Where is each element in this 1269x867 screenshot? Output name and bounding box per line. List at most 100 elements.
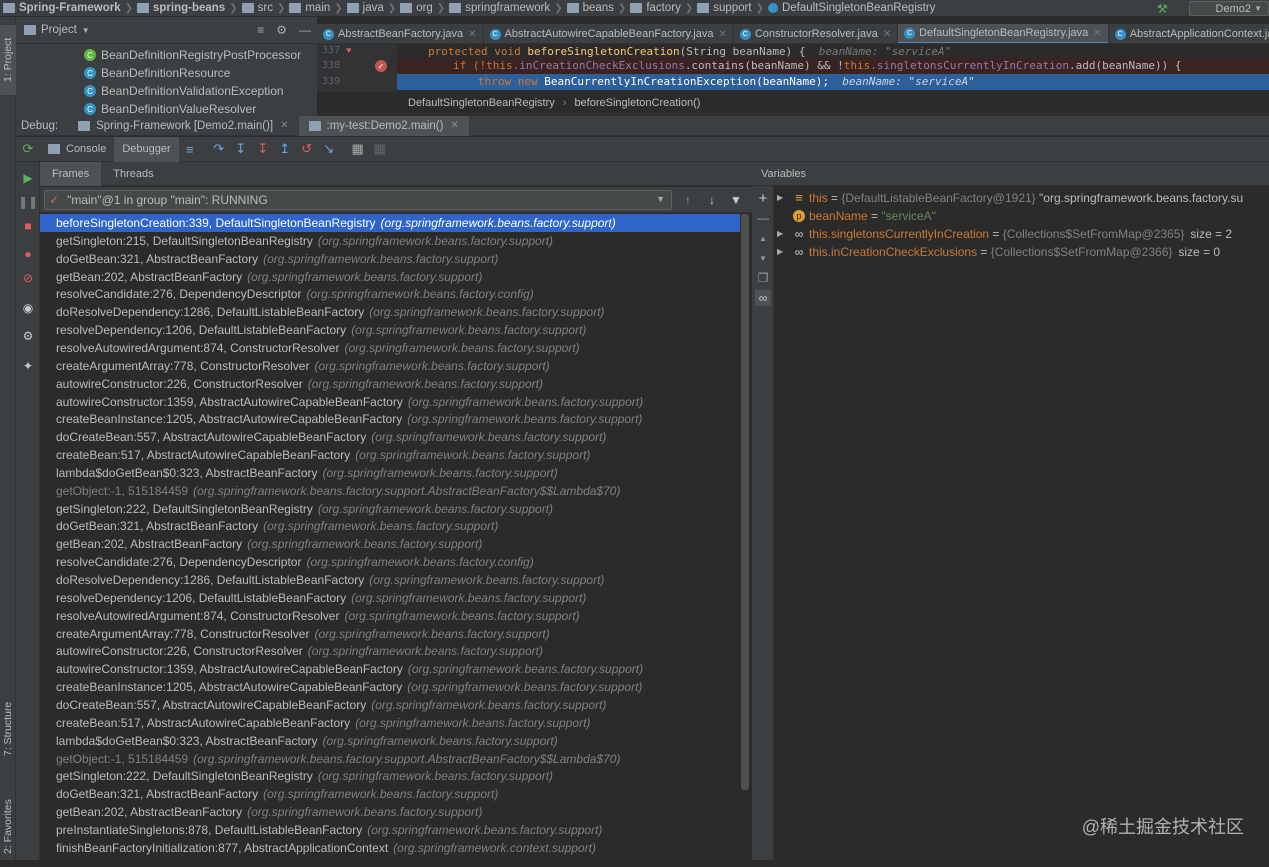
stack-frame[interactable]: getSingleton:215, DefaultSingletonBeanRe… [40,232,740,250]
settings-gear-icon[interactable]: ⚙ [276,23,287,37]
pin-icon[interactable]: ✦ [20,358,36,374]
view-breakpoints-icon[interactable]: ● [20,246,36,262]
stack-frame[interactable]: resolveDependency:1206, DefaultListableB… [40,321,740,339]
favorites-tool-tab[interactable]: 2: Favorites [0,787,16,867]
breadcrumb-method[interactable]: beforeSingletonCreation() [574,97,700,109]
project-tree-item[interactable]: C BeanDefinitionValidationException [84,82,284,100]
stack-frame[interactable]: doResolveDependency:1286, DefaultListabl… [40,571,740,589]
close-icon[interactable]: ✕ [718,29,726,40]
stack-frame[interactable]: autowireConstructor:1359, AbstractAutowi… [40,393,740,411]
expand-arrow-icon[interactable]: ▶ [777,225,789,243]
stack-frame[interactable]: resolveAutowiredArgument:874, Constructo… [40,607,740,625]
stack-frame[interactable]: lambda$doGetBean$0:323, AbstractBeanFact… [40,732,740,750]
close-icon[interactable]: ✕ [468,29,476,40]
editor-tab[interactable]: C DefaultSingletonBeanRegistry.java ✕ [898,24,1109,43]
variable-row[interactable]: p beanName = "serviceA" [774,207,936,225]
stack-frame[interactable]: doGetBean:321, AbstractBeanFactory (org.s… [40,785,740,803]
editor-tab[interactable]: C ConstructorResolver.java ✕ [734,24,899,43]
show-watches-glasses-icon[interactable]: ∞ [755,290,771,306]
close-icon[interactable]: ✕ [883,29,891,40]
stack-frame[interactable]: getSingleton:222, DefaultSingletonBeanRe… [40,767,740,785]
nav-crumb[interactable]: Spring-Framework [0,0,124,16]
move-up-icon[interactable]: ▲ [755,230,771,246]
drop-frame-icon[interactable]: ↺ [299,141,315,157]
evaluate-expression-icon[interactable]: ▦ [350,141,366,157]
variable-row[interactable]: ▶ ∞ this.inCreationCheckExclusions = {Coll… [774,243,1220,261]
editor-tab[interactable]: C AbstractBeanFactory.java ✕ [317,24,484,43]
stack-frame[interactable]: createBean:517, AbstractAutowireCapableB… [40,446,740,464]
project-title[interactable]: Project [41,24,77,36]
frames-scrollbar[interactable] [741,214,749,790]
hide-panel-icon[interactable]: — [299,23,311,37]
pause-icon[interactable]: ❚❚ [18,194,38,210]
override-marker-icon[interactable]: ♥ [346,45,351,55]
stack-frame[interactable]: resolveCandidate:276, DependencyDescript… [40,285,740,303]
stack-frame[interactable]: createArgumentArray:778, ConstructorReso… [40,357,740,375]
step-over-icon[interactable]: ↷ [211,141,227,157]
nav-crumb[interactable]: src [239,0,276,16]
nav-crumb[interactable]: spring-beans [134,0,228,16]
stack-frame[interactable]: doCreateBean:557, AbstractAutowireCapabl… [40,696,740,714]
project-tree-item[interactable]: C BeanDefinitionResource [84,64,230,82]
breadcrumb-class[interactable]: DefaultSingletonBeanRegistry [408,97,555,109]
stack-frame[interactable]: finishBeanFactoryInitialization:877, Abs… [40,839,740,857]
nav-crumb[interactable]: support [694,0,754,16]
nav-crumb[interactable]: DefaultSingletonBeanRegistry [765,0,938,16]
stack-frame[interactable]: createBeanInstance:1205, AbstractAutowir… [40,410,740,428]
stack-frame[interactable]: createBeanInstance:1205, AbstractAutowir… [40,678,740,696]
stack-frame[interactable]: lambda$doGetBean$0:323, AbstractBeanFact… [40,464,740,482]
trace-icon[interactable]: ▦ [372,141,388,157]
step-into-icon[interactable]: ↧ [233,141,249,157]
settings-gear-icon[interactable]: ⚙ [20,328,36,344]
stack-frame[interactable]: autowireConstructor:1359, AbstractAutowi… [40,660,740,678]
remove-watch-icon[interactable]: — [755,210,771,226]
stack-frame[interactable]: createArgumentArray:778, ConstructorReso… [40,625,740,643]
run-to-cursor-icon[interactable]: ↘ [321,141,337,157]
stack-frame[interactable]: resolveAutowiredArgument:874, Constructo… [40,339,740,357]
stack-frame[interactable]: getObject:-1, 515184459 (org.springframew… [40,482,740,500]
stack-frame[interactable]: preInstantiateSingletons:878, DefaultLis… [40,821,740,839]
project-tool-tab[interactable]: 1: Project [0,25,16,95]
stack-frame[interactable]: getBean:202, AbstractBeanFactory (org.spr… [40,268,740,286]
stack-frame[interactable]: doGetBean:321, AbstractBeanFactory (org.s… [40,517,740,535]
collapse-all-icon[interactable]: ≡ [257,23,264,37]
stack-frame[interactable]: getBean:202, AbstractBeanFactory (org.spr… [40,535,740,553]
editor-tab[interactable]: CAbstractApplicationContext.java [1109,24,1269,43]
debug-session-tab[interactable]: :my-test:Demo2.main() ✕ [298,115,469,136]
step-out-icon[interactable]: ↥ [277,141,293,157]
debugger-tab[interactable]: Debugger [114,136,179,162]
editor-tab[interactable]: C AbstractAutowireCapableBeanFactory.java… [484,24,734,43]
stack-frame[interactable]: resolveDependency:1206, DefaultListableB… [40,589,740,607]
stack-frame[interactable]: doResolveDependency:1286, DefaultListabl… [40,303,740,321]
arrow-up-icon[interactable]: ↑ [680,192,696,208]
show-execution-point-icon[interactable]: ≡ [182,141,198,157]
nav-crumb[interactable]: java [344,0,387,16]
arrow-down-icon[interactable]: ↓ [704,192,720,208]
structure-tool-tab[interactable]: 7: Structure [0,689,16,769]
stack-frame[interactable]: getSingleton:222, DefaultSingletonBeanRe… [40,500,740,518]
nav-crumb[interactable]: factory [627,0,684,16]
stack-frame[interactable]: doGetBean:321, AbstractBeanFactory (org.s… [40,250,740,268]
stop-icon[interactable]: ■ [20,218,36,234]
stack-frame[interactable]: doCreateBean:557, AbstractAutowireCapabl… [40,428,740,446]
chevron-down-icon[interactable]: ▼ [82,26,90,35]
force-step-into-icon[interactable]: ↧ [255,141,271,157]
close-icon[interactable]: ✕ [280,120,288,131]
tab-frames[interactable]: Frames [40,161,102,186]
close-icon[interactable]: ✕ [1093,28,1101,39]
breakpoint-icon[interactable]: ✓ [375,60,387,72]
stack-frame[interactable]: createBean:517, AbstractAutowireCapableB… [40,714,740,732]
stack-frame[interactable]: beforeSingletonCreation:339, DefaultSing… [40,214,740,232]
variable-row[interactable]: ▶ ≡ this = {DefaultListableBeanFactory@192… [774,189,1243,207]
move-down-icon[interactable]: ▼ [755,250,771,266]
mute-breakpoints-icon[interactable]: ⊘ [20,270,36,286]
filter-icon[interactable]: ▼ [728,192,744,208]
nav-crumb[interactable]: springframework [446,0,553,16]
resume-icon[interactable]: ▶ [20,170,36,186]
rerun-icon[interactable]: ⟳ [16,141,40,157]
nav-crumb[interactable]: org [397,0,436,16]
stack-frame[interactable]: autowireConstructor:226, ConstructorReso… [40,375,740,393]
stack-frame[interactable]: autowireConstructor:226, ConstructorReso… [40,642,740,660]
tab-threads[interactable]: Threads [101,162,165,186]
code-editor[interactable]: 337 338 339 ♥ ✓ protected void beforeSin… [317,44,1269,92]
